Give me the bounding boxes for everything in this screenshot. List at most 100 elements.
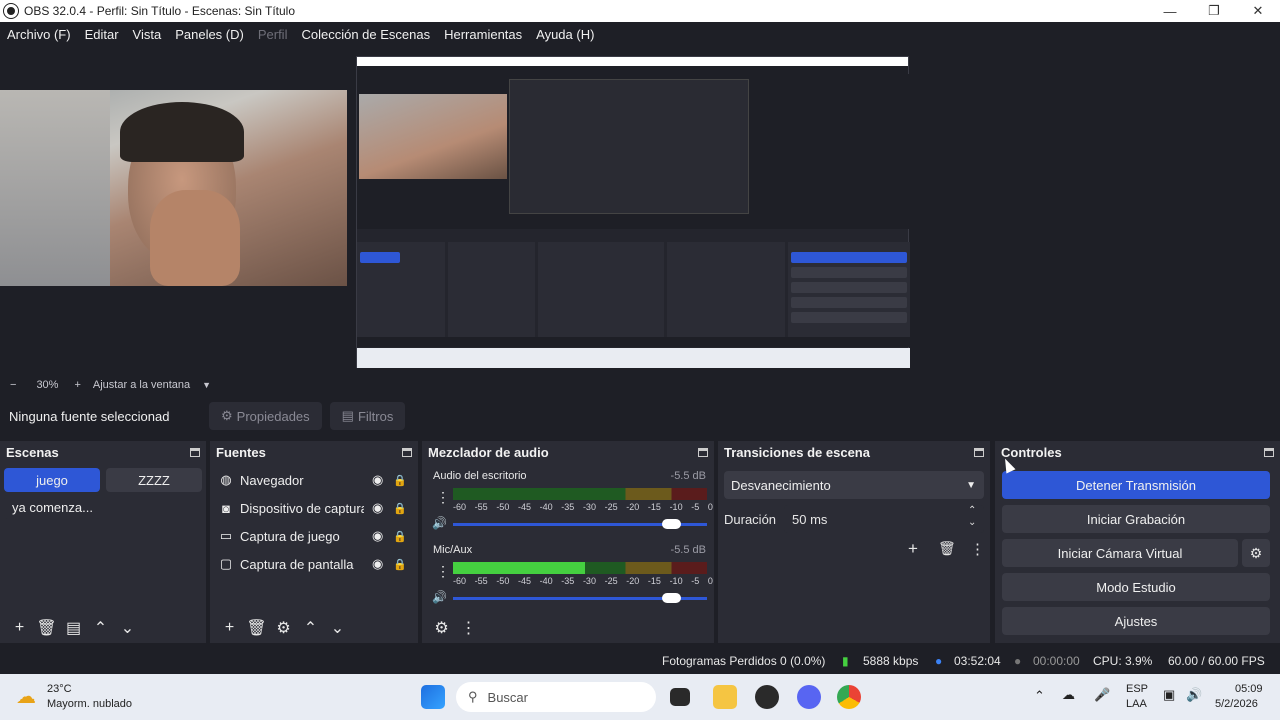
filters-button[interactable]: ▤ Filtros bbox=[329, 402, 406, 430]
search-icon: ⚲ bbox=[468, 689, 478, 704]
advanced-audio-icon[interactable]: ⚙ bbox=[428, 618, 455, 638]
monitor-icon: ▢ bbox=[219, 556, 233, 571]
cloud-icon[interactable]: ☁ bbox=[1062, 687, 1075, 703]
maximize-button[interactable]: ❐ bbox=[1192, 0, 1236, 22]
eye-icon[interactable]: ◉ bbox=[372, 556, 383, 572]
transition-select[interactable]: Desvanecimiento ▼ bbox=[724, 471, 984, 499]
clock-date[interactable]: 5/2/2026 bbox=[1215, 698, 1258, 710]
kebab-menu-icon[interactable]: ⋮ bbox=[455, 618, 482, 638]
speaker-icon[interactable]: 🔊 bbox=[432, 516, 447, 530]
add-transition-button[interactable]: + bbox=[908, 539, 918, 559]
close-button[interactable]: ✕ bbox=[1236, 0, 1280, 22]
microphone-icon[interactable]: 🎤 bbox=[1094, 687, 1110, 703]
add-scene-button[interactable]: + bbox=[6, 619, 33, 637]
properties-label: Propiedades bbox=[236, 408, 310, 424]
lock-icon[interactable]: 🔒 bbox=[393, 474, 407, 487]
remove-source-icon[interactable]: 🗑 bbox=[243, 618, 270, 638]
menu-perfil[interactable]: Perfil bbox=[251, 27, 295, 42]
window-title: OBS 32.0.4 - Perfil: Sin Título - Escena… bbox=[24, 4, 296, 18]
file-explorer-icon[interactable] bbox=[713, 685, 737, 709]
add-source-button[interactable]: + bbox=[216, 619, 243, 637]
menu-coleccion-escenas[interactable]: Colección de Escenas bbox=[294, 27, 437, 42]
fit-window-dropdown[interactable]: Ajustar a la ventana bbox=[93, 379, 190, 391]
chevron-down-icon[interactable]: ▼ bbox=[202, 380, 211, 390]
menu-editar[interactable]: Editar bbox=[78, 27, 126, 42]
undock-icon[interactable] bbox=[1264, 447, 1274, 457]
obs-taskbar-icon[interactable] bbox=[755, 685, 779, 709]
undock-icon[interactable] bbox=[190, 447, 200, 457]
settings-button[interactable]: Ajustes bbox=[1002, 607, 1270, 635]
lock-icon[interactable]: 🔒 bbox=[393, 530, 407, 543]
remove-transition-icon[interactable]: 🗑 bbox=[938, 540, 956, 557]
windows-start-icon[interactable] bbox=[421, 685, 445, 709]
undock-icon[interactable] bbox=[402, 447, 412, 457]
kebab-menu-icon[interactable]: ⋮ bbox=[436, 489, 450, 506]
minimize-button[interactable]: — bbox=[1148, 0, 1192, 22]
menu-vista[interactable]: Vista bbox=[126, 27, 169, 42]
duration-input[interactable]: 50 ms bbox=[784, 505, 984, 533]
undock-icon[interactable] bbox=[974, 447, 984, 457]
move-up-icon[interactable]: ⌃ bbox=[297, 618, 324, 638]
menu-paneles[interactable]: Paneles (D) bbox=[168, 27, 251, 42]
start-virtual-camera-button[interactable]: Iniciar Cámara Virtual bbox=[1002, 539, 1238, 567]
eye-icon[interactable]: ◉ bbox=[372, 528, 383, 544]
source-item[interactable]: ◙ Dispositivo de captura ◉ 🔒 bbox=[218, 496, 408, 520]
chevron-up-icon[interactable]: ⌃ bbox=[1034, 688, 1045, 704]
properties-button[interactable]: ⚙ Propiedades bbox=[209, 402, 322, 430]
sources-toolbar: + 🗑 ⚙ ⌃ ⌄ bbox=[210, 613, 418, 643]
source-label: Captura de juego bbox=[240, 528, 340, 544]
remove-scene-icon[interactable]: 🗑 bbox=[33, 618, 60, 638]
speaker-icon[interactable]: 🔊 bbox=[432, 590, 447, 604]
chrome-icon[interactable] bbox=[837, 685, 861, 709]
language-layout[interactable]: LAA bbox=[1126, 698, 1147, 710]
lock-icon[interactable]: 🔒 bbox=[393, 558, 407, 571]
virtual-camera-settings-icon[interactable]: ⚙ bbox=[1242, 539, 1270, 567]
weather-icon[interactable]: ☁ bbox=[16, 684, 36, 709]
menu-archivo[interactable]: Archivo (F) bbox=[0, 27, 78, 42]
kebab-menu-icon[interactable]: ⋮ bbox=[436, 563, 450, 580]
lock-icon[interactable]: 🔒 bbox=[393, 502, 407, 515]
task-view-icon[interactable] bbox=[670, 688, 690, 706]
discord-icon[interactable] bbox=[797, 685, 821, 709]
menu-herramientas[interactable]: Herramientas bbox=[437, 27, 529, 42]
move-down-icon[interactable]: ⌄ bbox=[324, 618, 351, 638]
source-item[interactable]: ◍ Navegador ◉ 🔒 bbox=[218, 468, 408, 492]
source-settings-icon[interactable]: ⚙ bbox=[270, 618, 297, 638]
zoom-out-button[interactable]: − bbox=[10, 379, 16, 391]
scene-item-ya-comenza[interactable]: ya comenza... bbox=[4, 495, 100, 519]
filters-label: Filtros bbox=[357, 408, 394, 424]
menu-ayuda[interactable]: Ayuda (H) bbox=[529, 27, 601, 42]
scene-item-juego[interactable]: juego bbox=[4, 468, 100, 492]
source-item[interactable]: ▢ Captura de pantalla ◉ 🔒 bbox=[218, 552, 408, 576]
zoom-in-button[interactable]: + bbox=[74, 379, 80, 391]
program-preview[interactable] bbox=[0, 46, 1280, 374]
duration-stepper[interactable]: ⌃ ⌄ bbox=[968, 505, 976, 529]
studio-mode-button[interactable]: Modo Estudio bbox=[1002, 573, 1270, 601]
eye-icon[interactable]: ◉ bbox=[372, 472, 383, 488]
stop-streaming-button[interactable]: Detener Transmisión bbox=[1002, 471, 1270, 499]
scenes-title: Escenas bbox=[6, 444, 59, 460]
move-down-icon[interactable]: ⌄ bbox=[114, 618, 141, 638]
sources-title: Fuentes bbox=[216, 444, 266, 460]
move-up-icon[interactable]: ⌃ bbox=[87, 618, 114, 638]
volume-knob[interactable] bbox=[662, 519, 682, 529]
eye-icon[interactable]: ◉ bbox=[372, 500, 383, 516]
stream-icon: ● bbox=[935, 654, 943, 668]
channel-db: -5.5 dB bbox=[670, 544, 706, 556]
start-recording-button[interactable]: Iniciar Grabación bbox=[1002, 505, 1270, 533]
weather-desc: Mayorm. nublado bbox=[47, 698, 132, 710]
source-label: Dispositivo de captura bbox=[240, 500, 364, 516]
scene-filters-icon[interactable]: ▤ bbox=[60, 618, 87, 638]
network-icon[interactable]: ▣ bbox=[1163, 687, 1175, 703]
volume-knob[interactable] bbox=[662, 593, 682, 603]
source-label: Navegador bbox=[240, 472, 304, 488]
taskbar-search[interactable]: ⚲ Buscar bbox=[456, 682, 656, 712]
transitions-dock: Transiciones de escena Desvanecimiento ▼… bbox=[718, 441, 990, 643]
clock-time[interactable]: 05:09 bbox=[1235, 683, 1263, 695]
undock-icon[interactable] bbox=[698, 447, 708, 457]
kebab-menu-icon[interactable]: ⋮ bbox=[970, 540, 985, 558]
scene-item-zzzz[interactable]: ZZZZ bbox=[106, 468, 202, 492]
volume-icon[interactable]: 🔊 bbox=[1186, 687, 1202, 703]
language-indicator[interactable]: ESP bbox=[1126, 683, 1148, 695]
source-item[interactable]: ▭ Captura de juego ◉ 🔒 bbox=[218, 524, 408, 548]
